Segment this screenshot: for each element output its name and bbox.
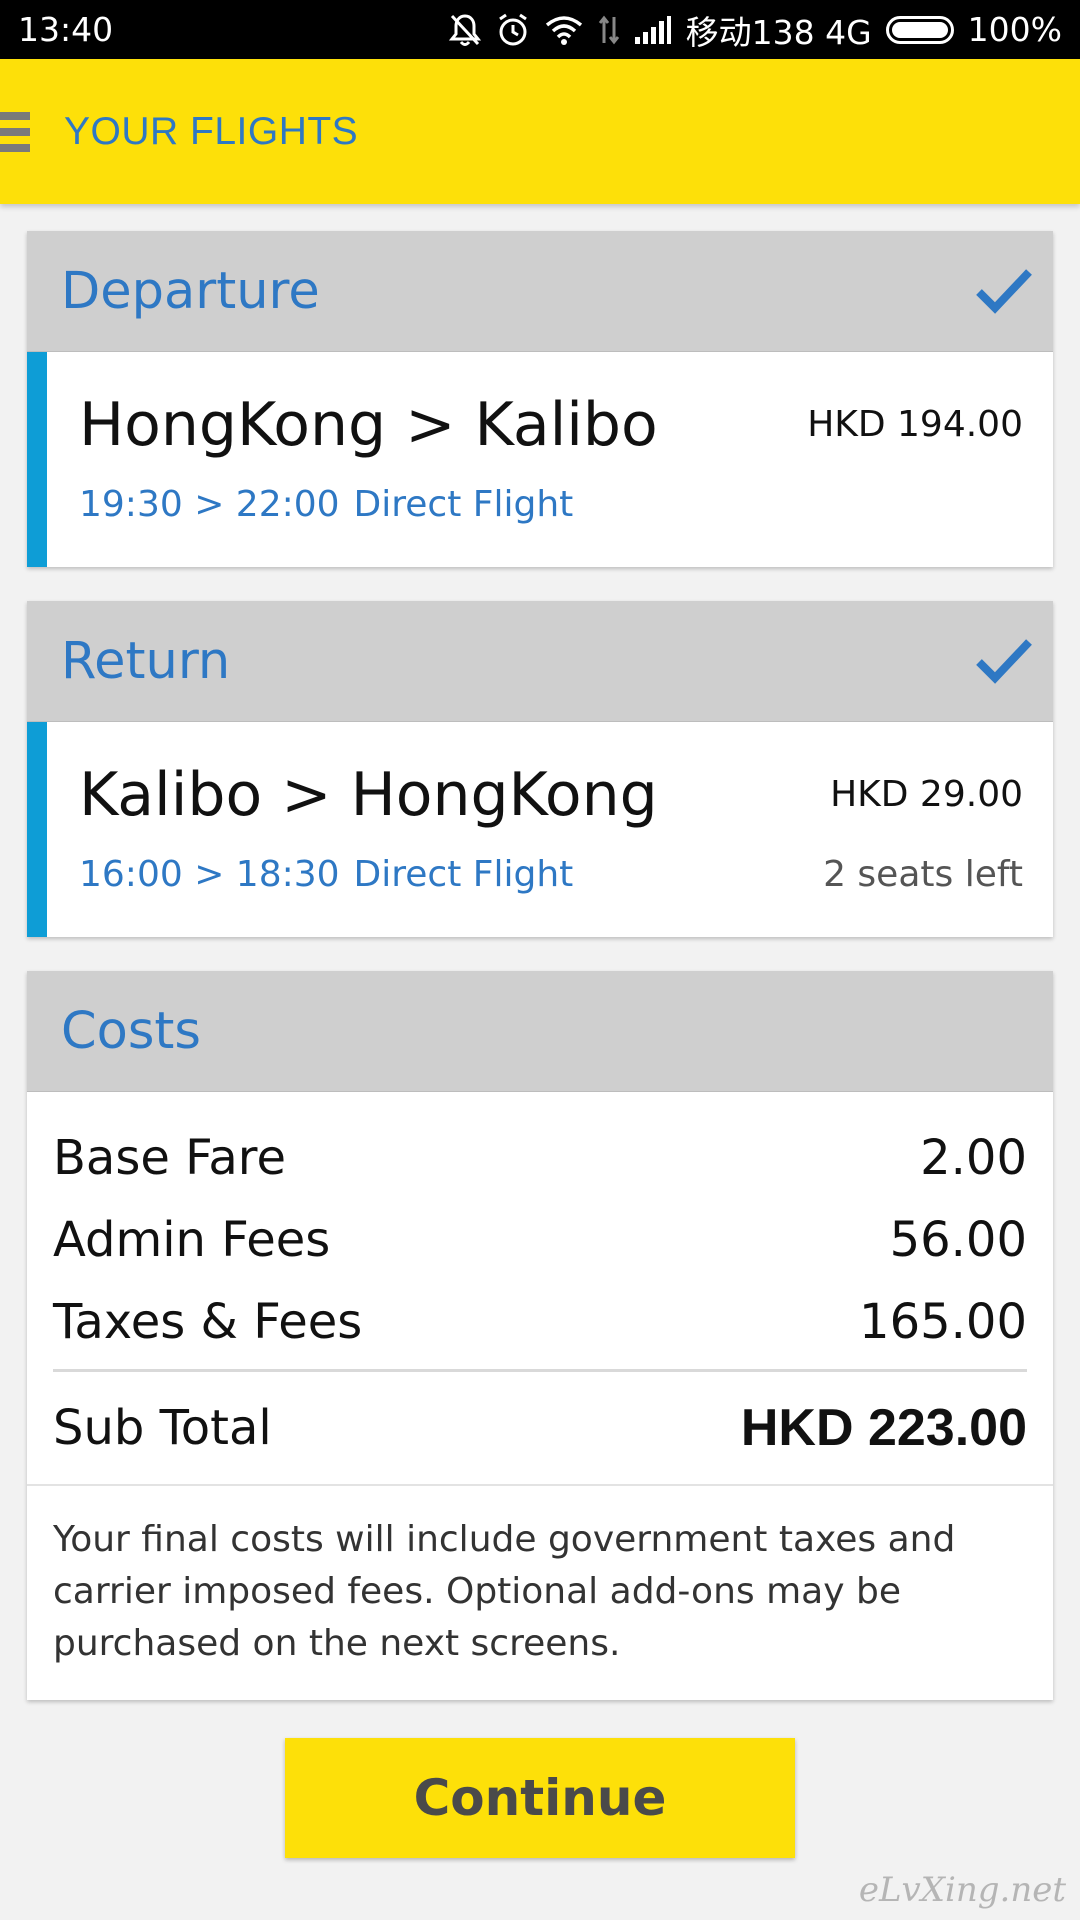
check-icon bbox=[976, 269, 1032, 314]
departure-price: HKD 194.00 bbox=[807, 404, 1023, 445]
costs-header: Costs bbox=[27, 971, 1053, 1092]
return-header: Return bbox=[27, 601, 1053, 722]
app-bar: YOUR FLIGHTS bbox=[0, 59, 1080, 204]
cost-value: 165.00 bbox=[859, 1294, 1027, 1350]
page-title: YOUR FLIGHTS bbox=[64, 109, 359, 153]
watermark: eLvXing.net bbox=[858, 1870, 1066, 1910]
cost-note: Your final costs will include government… bbox=[27, 1484, 1053, 1700]
continue-button[interactable]: Continue bbox=[285, 1738, 795, 1858]
return-route: Kalibo > HongKong bbox=[79, 760, 658, 830]
battery-icon bbox=[885, 15, 954, 44]
costs-breakdown: Base Fare 2.00 Admin Fees 56.00 Taxes & … bbox=[27, 1092, 1053, 1484]
return-price: HKD 29.00 bbox=[830, 774, 1023, 815]
cost-label: Admin Fees bbox=[53, 1212, 331, 1268]
battery-percent: 100% bbox=[967, 10, 1062, 49]
return-flight-type: Direct Flight bbox=[353, 854, 574, 895]
cost-row-base-fare: Base Fare 2.00 bbox=[53, 1117, 1027, 1199]
seats-left: 2 seats left bbox=[823, 854, 1023, 895]
departure-card[interactable]: Departure HongKong > Kalibo HKD 194.00 1… bbox=[27, 231, 1053, 567]
departure-flight-type: Direct Flight bbox=[353, 484, 574, 525]
status-bar: 13:40 移动138 4G 100% bbox=[0, 0, 1080, 59]
subtotal-row: Sub Total HKD 223.00 bbox=[53, 1372, 1027, 1484]
return-title: Return bbox=[61, 631, 231, 691]
return-time-line: 16:00 > 18:30 Direct Flight bbox=[79, 854, 573, 895]
departure-header: Departure bbox=[27, 231, 1053, 352]
departure-times: 19:30 > 22:00 bbox=[79, 484, 340, 525]
departure-title: Departure bbox=[61, 261, 320, 321]
cost-value: 56.00 bbox=[889, 1212, 1027, 1268]
data-arrows-icon bbox=[598, 10, 620, 50]
signal-icon bbox=[634, 10, 672, 50]
departure-time-line: 19:30 > 22:00 Direct Flight bbox=[79, 484, 573, 525]
costs-card: Costs Base Fare 2.00 Admin Fees 56.00 Ta… bbox=[27, 971, 1053, 1700]
alarm-icon bbox=[496, 10, 530, 50]
check-icon bbox=[976, 639, 1032, 684]
subtotal-value: HKD 223.00 bbox=[740, 1399, 1027, 1457]
carrier-label: 移动138 4G bbox=[685, 12, 872, 52]
return-card[interactable]: Return Kalibo > HongKong HKD 29.00 16:00… bbox=[27, 601, 1053, 937]
cost-row-taxes-fees: Taxes & Fees 165.00 bbox=[53, 1281, 1027, 1363]
departure-flight[interactable]: HongKong > Kalibo HKD 194.00 19:30 > 22:… bbox=[27, 352, 1053, 567]
return-times: 16:00 > 18:30 bbox=[79, 854, 340, 895]
cost-row-admin-fees: Admin Fees 56.00 bbox=[53, 1199, 1027, 1281]
cost-label: Base Fare bbox=[53, 1130, 286, 1186]
return-flight[interactable]: Kalibo > HongKong HKD 29.00 16:00 > 18:3… bbox=[27, 722, 1053, 937]
departure-route: HongKong > Kalibo bbox=[79, 390, 658, 460]
cost-value: 2.00 bbox=[920, 1130, 1027, 1186]
subtotal-label: Sub Total bbox=[53, 1400, 272, 1456]
hamburger-menu-icon[interactable] bbox=[0, 110, 30, 154]
costs-title: Costs bbox=[61, 1001, 201, 1061]
status-time: 13:40 bbox=[18, 10, 114, 49]
cost-label: Taxes & Fees bbox=[53, 1294, 363, 1350]
mute-bell-icon bbox=[448, 10, 482, 50]
wifi-icon bbox=[544, 10, 584, 50]
